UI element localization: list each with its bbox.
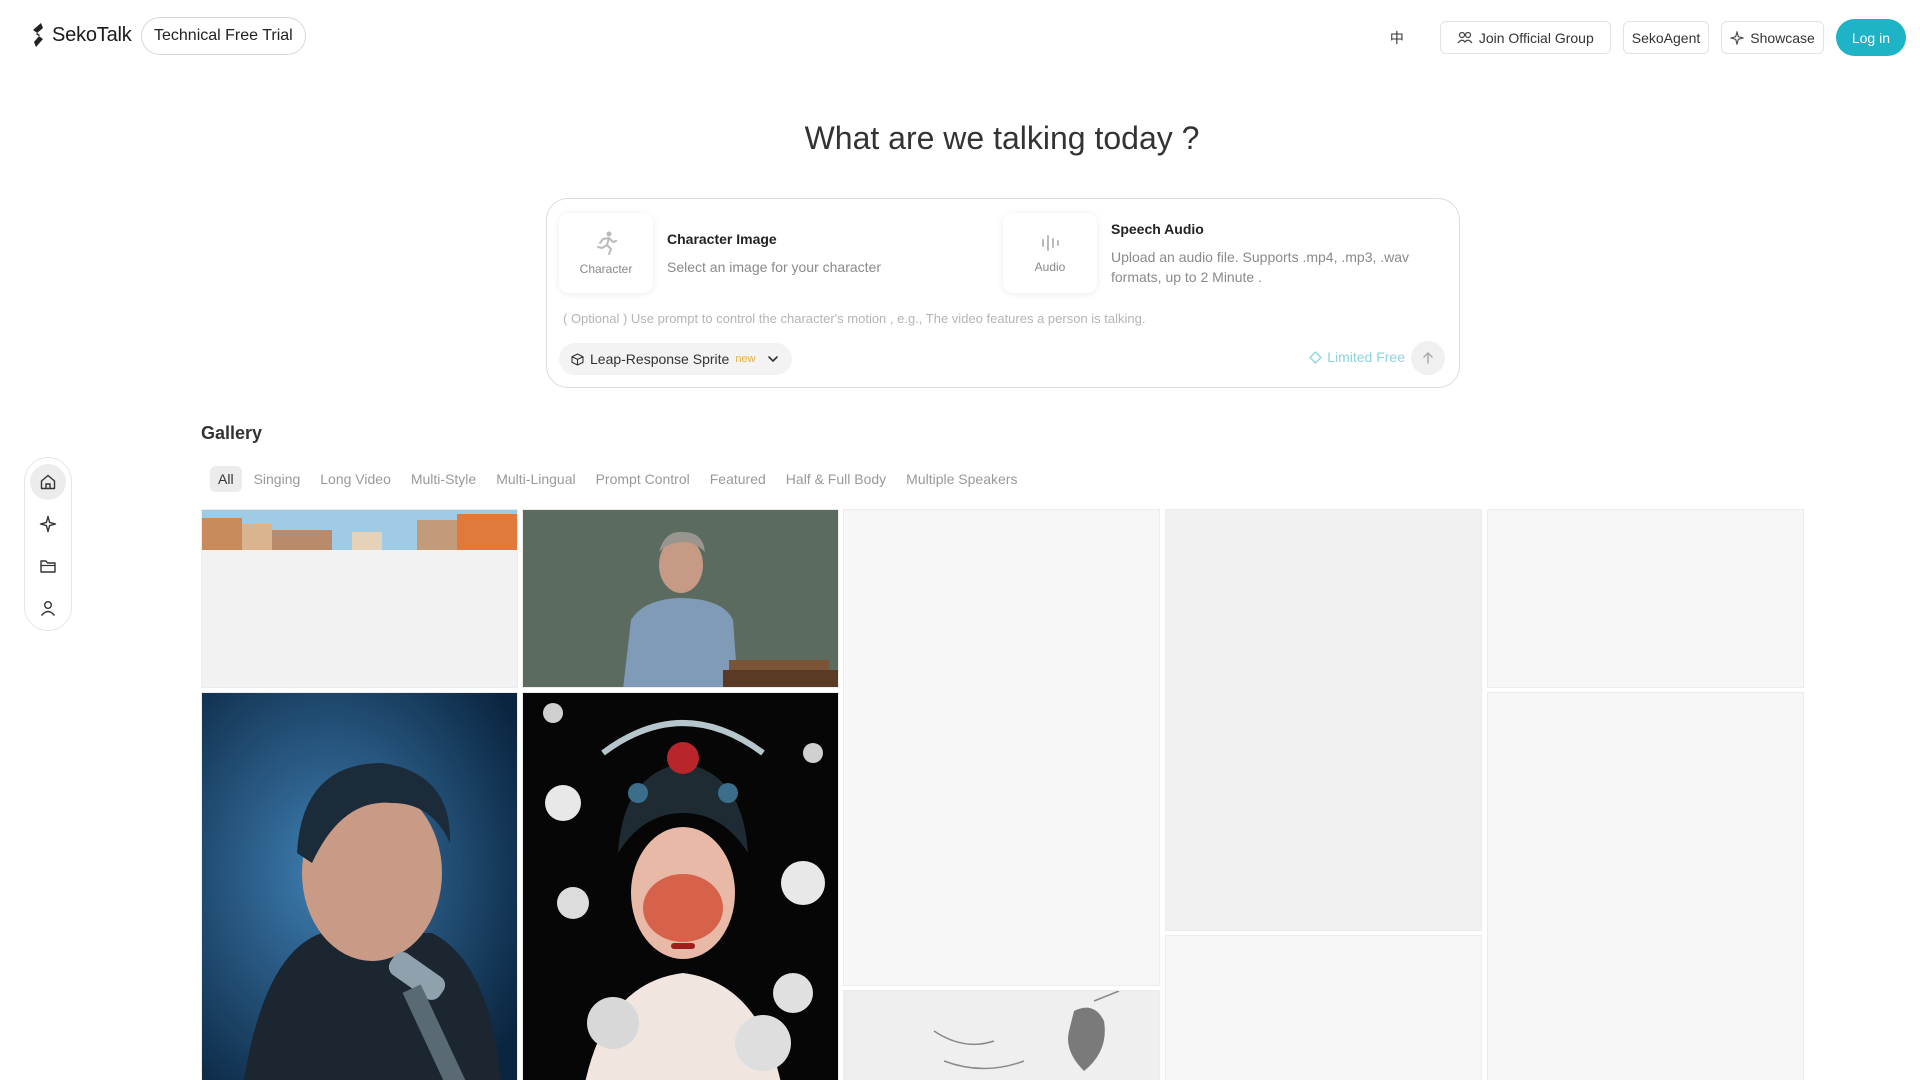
character-tile-label: Character xyxy=(579,262,633,276)
language-toggle[interactable]: 中 xyxy=(1382,28,1412,48)
seko-agent-button[interactable]: SekoAgent xyxy=(1622,21,1710,54)
gallery-card-placeholder-2[interactable] xyxy=(1165,509,1482,931)
gallery-card-placeholder-5[interactable] xyxy=(1487,692,1804,1080)
home-icon xyxy=(40,474,56,490)
speaker-thumbnail xyxy=(523,510,838,687)
gallery-card-opera[interactable] xyxy=(522,692,839,1080)
street-thumbnail xyxy=(202,510,517,550)
sketch-thumbnail xyxy=(844,991,1159,1080)
user-icon xyxy=(40,601,56,616)
nav-create[interactable] xyxy=(30,506,66,542)
gallery-card-sketch[interactable] xyxy=(843,990,1160,1080)
filter-multi-lingual[interactable]: Multi-Lingual xyxy=(488,466,583,492)
nav-profile[interactable] xyxy=(30,590,66,626)
submit-button[interactable] xyxy=(1411,341,1445,375)
folder-icon xyxy=(40,560,56,573)
filter-all[interactable]: All xyxy=(210,466,242,492)
brand-logo[interactable]: SekoTalk xyxy=(30,22,132,48)
audio-wave-icon xyxy=(1042,235,1059,251)
sparkle-icon xyxy=(39,515,57,533)
limited-free-badge: Limited Free xyxy=(1309,349,1405,365)
filter-half-full-body[interactable]: Half & Full Body xyxy=(778,466,894,492)
chevron-down-icon xyxy=(767,356,778,362)
character-upload-tile[interactable]: Character xyxy=(559,213,653,293)
character-title: Character Image xyxy=(667,231,777,247)
model-select[interactable]: Leap-Response Sprite new xyxy=(559,343,792,375)
nav-projects[interactable] xyxy=(30,548,66,584)
logo-mark-icon xyxy=(33,23,43,47)
limited-free-label: Limited Free xyxy=(1327,349,1405,365)
audio-upload-tile[interactable]: Audio xyxy=(1003,213,1097,293)
gallery-title: Gallery xyxy=(201,423,263,443)
audio-description: Upload an audio file. Supports .mp4, .mp… xyxy=(1111,249,1410,285)
running-figure-icon xyxy=(597,231,617,255)
filter-featured[interactable]: Featured xyxy=(702,466,774,492)
audio-tile-label: Audio xyxy=(1034,260,1066,274)
model-name: Leap-Response Sprite xyxy=(590,351,730,367)
character-description: Select an image for your character xyxy=(667,259,881,275)
join-group-button[interactable]: Join Official Group xyxy=(1439,21,1611,54)
showcase-button[interactable]: Showcase xyxy=(1721,21,1824,54)
character-info: Character Image Select an image for your… xyxy=(667,231,881,277)
brand-name: SekoTalk xyxy=(52,23,132,46)
gallery-card-singer[interactable] xyxy=(201,692,518,1080)
side-rail xyxy=(24,457,72,631)
audio-info: Speech Audio Upload an audio file. Suppo… xyxy=(1111,221,1431,287)
filter-prompt-control[interactable]: Prompt Control xyxy=(588,466,698,492)
users-icon xyxy=(1457,31,1473,43)
gallery-card-placeholder-4[interactable] xyxy=(1487,509,1804,688)
seko-agent-label: SekoAgent xyxy=(1631,29,1701,46)
audio-title: Speech Audio xyxy=(1111,221,1204,237)
filter-multi-style[interactable]: Multi-Style xyxy=(403,466,484,492)
trial-badge[interactable]: Technical Free Trial xyxy=(141,17,306,55)
nav-home[interactable] xyxy=(30,464,66,500)
sparkle-icon xyxy=(1730,30,1745,45)
prompt-input[interactable] xyxy=(563,307,1443,329)
diamond-icon xyxy=(1309,350,1323,364)
join-group-label: Join Official Group xyxy=(1478,29,1594,46)
opera-thumbnail xyxy=(523,693,838,1080)
login-button[interactable]: Log in xyxy=(1835,19,1906,56)
page-title: What are we talking today ? xyxy=(804,120,1200,156)
gallery-card-placeholder-3[interactable] xyxy=(1165,935,1482,1080)
cube-icon xyxy=(571,352,584,366)
header-nav: 中 Join Official Group SekoAgent Showcase… xyxy=(1382,19,1906,56)
filter-multiple-speakers[interactable]: Multiple Speakers xyxy=(898,466,1025,492)
composer-card: Character Character Image Select an imag… xyxy=(546,198,1460,388)
singer-thumbnail xyxy=(202,693,517,1080)
gallery-card-speaker[interactable] xyxy=(522,509,839,688)
new-badge: new xyxy=(735,353,756,365)
gallery-card-street[interactable] xyxy=(201,509,518,688)
showcase-label: Showcase xyxy=(1750,29,1815,46)
gallery-card-placeholder-1[interactable] xyxy=(843,509,1160,986)
filter-long-video[interactable]: Long Video xyxy=(312,466,399,492)
top-bar: SekoTalk Technical Free Trial 中 Join Off… xyxy=(0,0,1920,72)
filter-singing[interactable]: Singing xyxy=(246,466,309,492)
arrow-up-icon xyxy=(1423,352,1433,364)
gallery-filters: All Singing Long Video Multi-Style Multi… xyxy=(210,466,1025,492)
